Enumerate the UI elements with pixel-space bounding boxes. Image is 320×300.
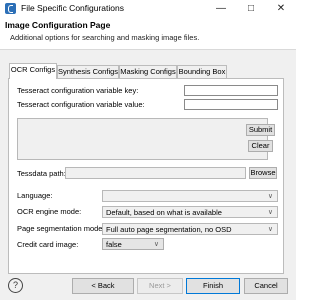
tab-ocr-configs[interactable]: OCR Configs (9, 63, 57, 79)
variable-key-input[interactable] (184, 85, 278, 96)
submit-button[interactable]: Submit (246, 124, 275, 136)
tessdata-path-input[interactable] (65, 167, 246, 179)
maximize-icon[interactable]: □ (236, 0, 266, 18)
variable-value-input[interactable] (184, 99, 278, 110)
app-icon (5, 3, 16, 14)
page-subtitle: Additional options for searching and mas… (10, 33, 200, 42)
variable-key-label: Tesseract configuration variable key: (17, 86, 139, 95)
next-button[interactable]: Next > (137, 278, 183, 294)
tab-synthesis-configs[interactable]: Synthesis Configs (57, 65, 119, 78)
back-button[interactable]: < Back (72, 278, 134, 294)
language-dropdown[interactable]: ∨ (102, 190, 278, 202)
credit-card-image-value: false (106, 240, 122, 249)
help-icon[interactable]: ? (8, 278, 23, 293)
credit-card-image-label: Credit card image: (17, 240, 79, 249)
tab-masking-configs[interactable]: Masking Configs (119, 65, 177, 78)
clear-button[interactable]: Clear (248, 140, 273, 152)
chevron-down-icon: ∨ (267, 193, 273, 200)
page-segmentation-label: Page segmentation mode: (17, 224, 105, 233)
ocr-engine-mode-label: OCR engine mode: (17, 207, 82, 216)
tessdata-path-label: Tessdata path: (17, 169, 66, 178)
config-list[interactable] (17, 118, 268, 160)
minimize-icon[interactable]: — (206, 0, 236, 18)
close-icon[interactable]: ✕ (266, 0, 296, 18)
finish-button[interactable]: Finish (186, 278, 240, 294)
language-label: Language: (17, 191, 53, 200)
browse-button[interactable]: Browse (249, 167, 277, 179)
cancel-button[interactable]: Cancel (244, 278, 288, 294)
chevron-down-icon: ∨ (267, 209, 273, 216)
page-segmentation-value: Full auto page segmentation, no OSD (106, 225, 232, 234)
ocr-engine-mode-value: Default, based on what is available (106, 208, 222, 217)
variable-value-label: Tesseract configuration variable value: (17, 100, 145, 109)
window-title: File Specific Configurations (21, 3, 124, 13)
chevron-down-icon: ∨ (153, 241, 159, 248)
credit-card-image-dropdown[interactable]: false ∨ (102, 238, 164, 250)
page-title: Image Configuration Page (5, 20, 111, 30)
ocr-engine-mode-dropdown[interactable]: Default, based on what is available ∨ (102, 206, 278, 218)
chevron-down-icon: ∨ (267, 226, 273, 233)
page-segmentation-dropdown[interactable]: Full auto page segmentation, no OSD ∨ (102, 223, 278, 235)
tab-bounding-box[interactable]: Bounding Box (177, 65, 227, 78)
